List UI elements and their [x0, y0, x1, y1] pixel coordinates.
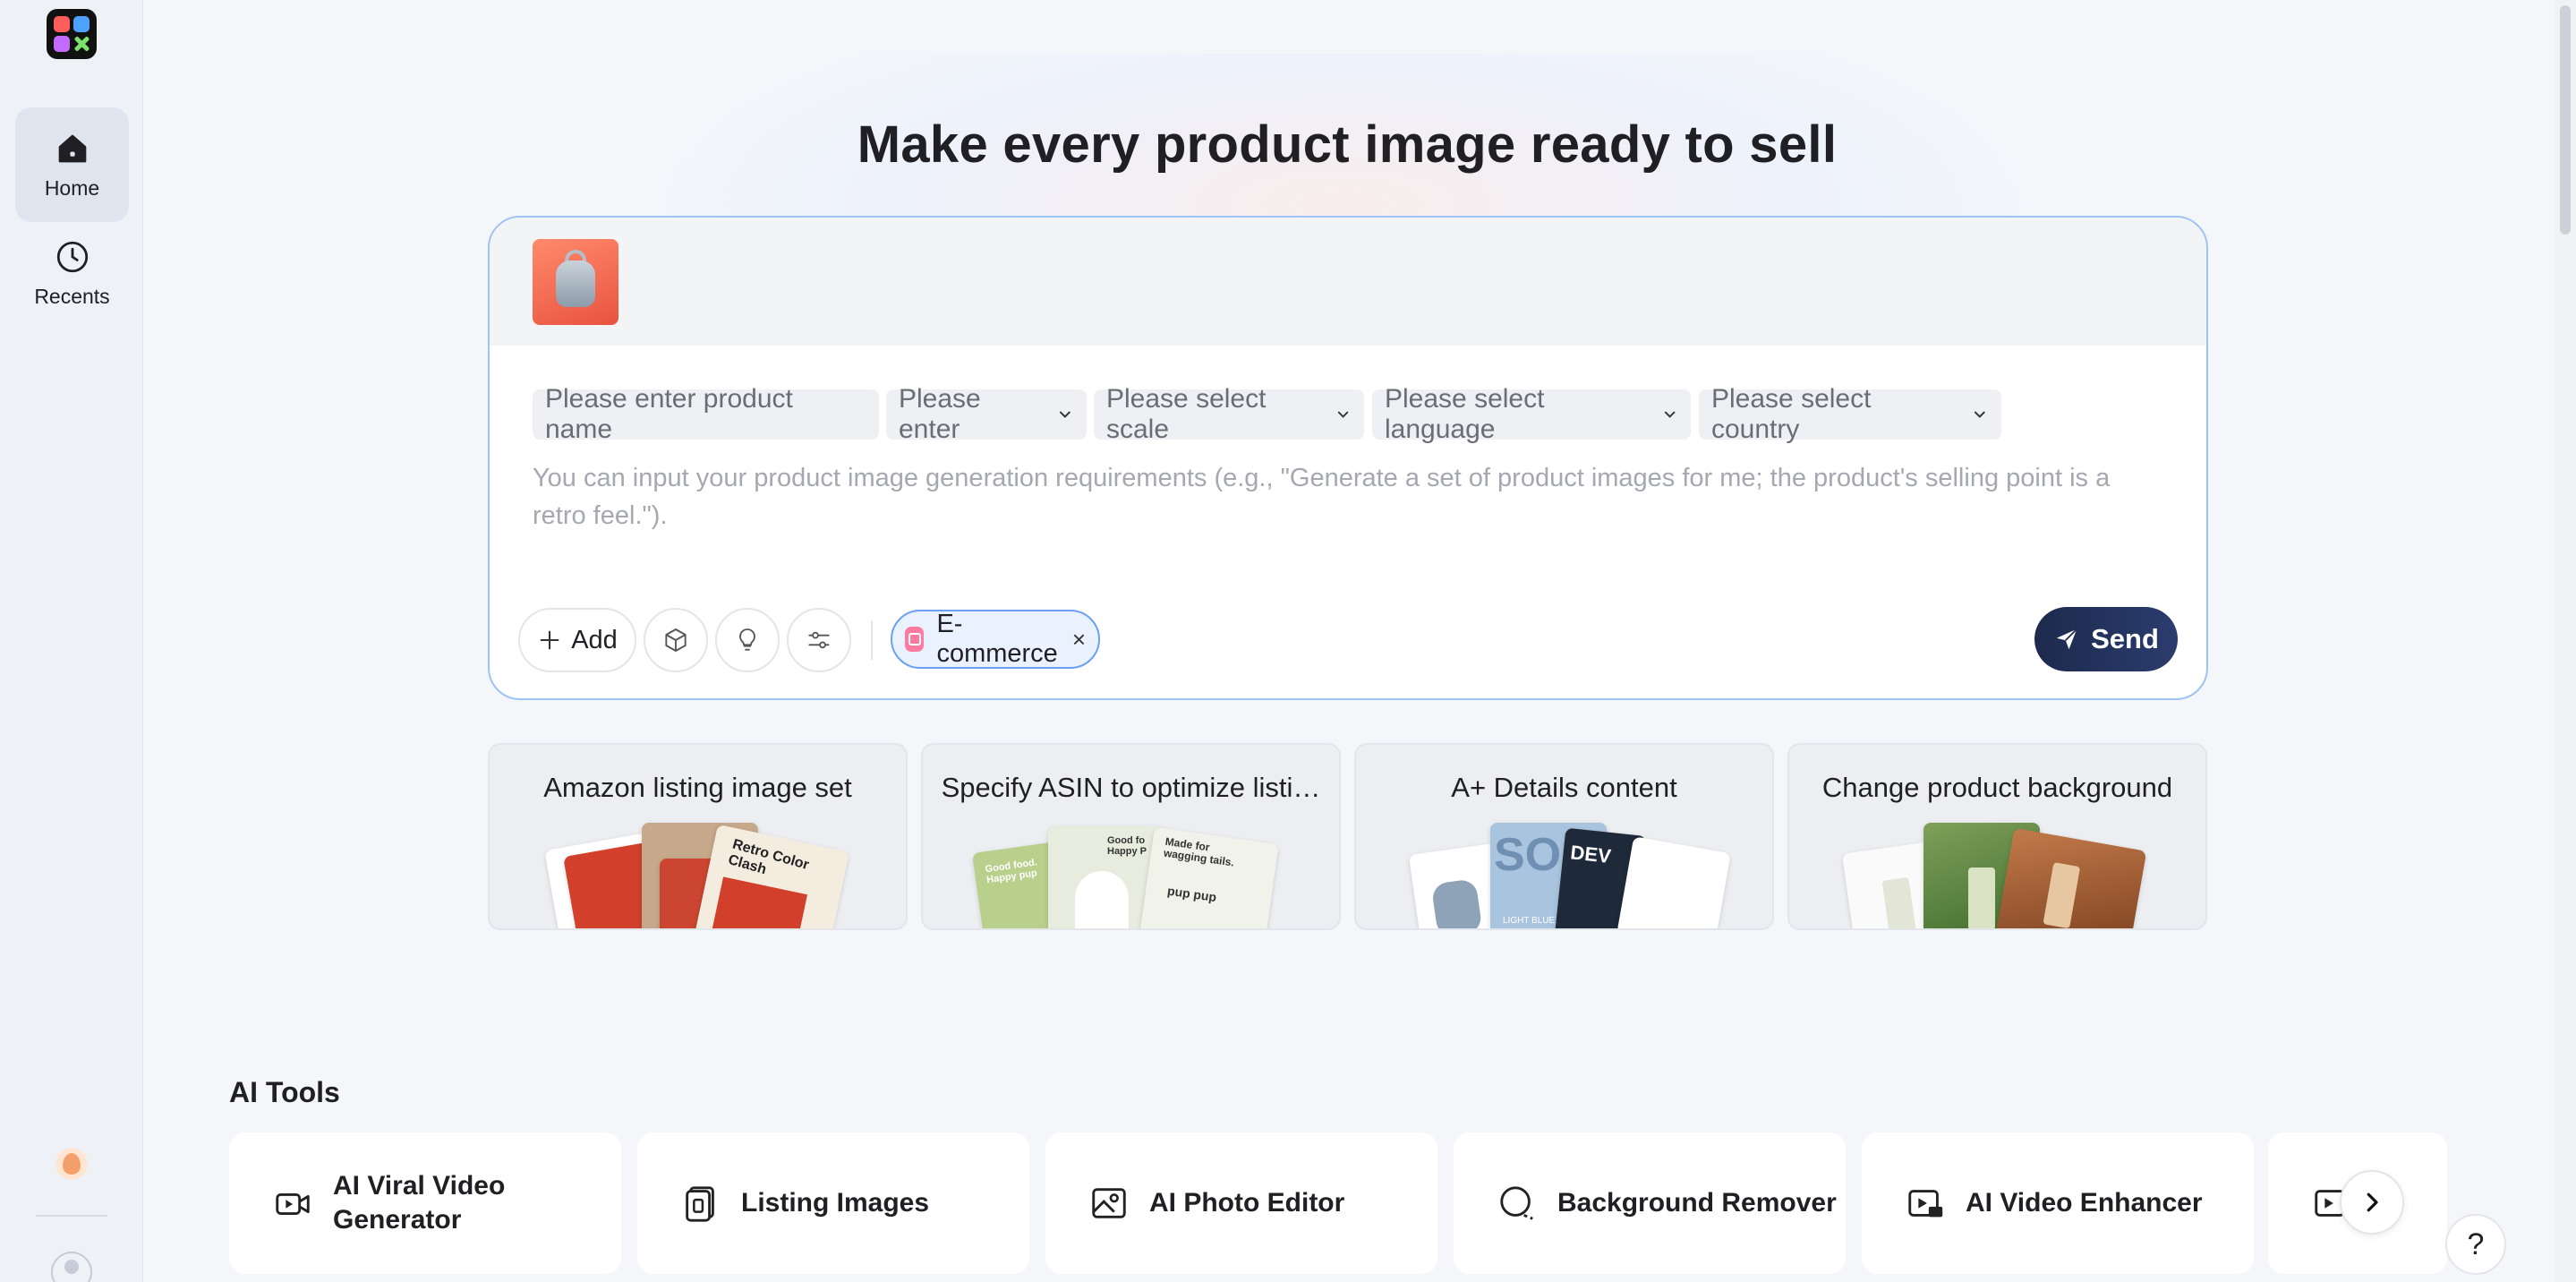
- app-logo[interactable]: [47, 9, 97, 59]
- photo-editor-icon: [1092, 1188, 1126, 1218]
- chevron-down-icon: [1664, 411, 1676, 418]
- template-inner-text: SO: [1494, 829, 1562, 881]
- tool-ai-viral-video-generator[interactable]: AI Viral Video Generator: [229, 1132, 621, 1274]
- tool-background-remover[interactable]: Background Remover: [1454, 1132, 1846, 1274]
- template-card-title: Change product background: [1821, 772, 2173, 803]
- sliders-icon: [808, 631, 830, 649]
- listing-image-icon: [686, 1186, 714, 1222]
- scrollbar-thumb[interactable]: [2560, 5, 2571, 235]
- tool-label: AI Photo Editor: [1149, 1188, 1345, 1218]
- tool-label: Listing Images: [741, 1188, 930, 1218]
- sidebar: Home Recents: [0, 0, 143, 1282]
- page-title: Make every product image ready to sell: [857, 115, 1838, 174]
- add-button-label: Add: [571, 625, 618, 654]
- ecommerce-tag[interactable]: E-commerce ×: [891, 610, 1100, 669]
- clock-icon: [56, 241, 88, 272]
- enter-select[interactable]: Please enter: [886, 384, 1087, 444]
- tool-label: AI Viral Video Generator: [333, 1171, 506, 1235]
- template-card-title: Amazon listing image set: [543, 772, 852, 803]
- template-card-title: Specify ASIN to optimize listi…: [941, 772, 1321, 803]
- send-button[interactable]: Send: [2034, 607, 2178, 671]
- send-button-label: Send: [2091, 623, 2159, 654]
- send-icon: [2056, 628, 2077, 650]
- toolbar-divider: [871, 620, 873, 660]
- sidebar-item-label: Recents: [34, 284, 110, 308]
- close-icon[interactable]: ×: [1072, 626, 1086, 654]
- template-inner-text: pup pup: [1166, 883, 1218, 905]
- template-card-amazon-listing[interactable]: Amazon listing image set Retro Color Cla…: [488, 743, 908, 930]
- composer-panel: Please enter product name Please enter P…: [488, 216, 2208, 700]
- scale-select[interactable]: Please select scale: [1094, 384, 1364, 444]
- template-card-change-background[interactable]: Change product background: [1787, 743, 2207, 930]
- language-select-label: Please select language: [1385, 384, 1545, 444]
- chevron-down-icon: [1060, 411, 1071, 418]
- tool-ai-photo-editor[interactable]: AI Photo Editor: [1045, 1132, 1437, 1274]
- chevron-right-icon: [2367, 1192, 2378, 1212]
- template-inner-text: DEV: [1569, 841, 1613, 867]
- template-inner-text: Good food. Happy pup: [984, 857, 1038, 886]
- upload-area[interactable]: [490, 218, 2206, 346]
- scale-select-label: Please select scale: [1106, 384, 1267, 444]
- template-preview: budgetEs SO LIGHT BLUE GA DEV: [1356, 823, 1772, 928]
- template-inner-text: Made for wagging tails.: [1163, 834, 1235, 869]
- avatar[interactable]: [51, 1252, 92, 1282]
- add-button[interactable]: Add: [518, 608, 636, 672]
- template-card-a-plus-details[interactable]: A+ Details content budgetEs SO LIGHT BLU…: [1354, 743, 1774, 930]
- country-select-label: Please select country: [1711, 384, 1872, 444]
- background-remover-icon: [1500, 1186, 1533, 1220]
- sidebar-item-label: Home: [44, 175, 100, 200]
- template-card-asin-optimize[interactable]: Specify ASIN to optimize listi… Good foo…: [921, 743, 1341, 930]
- product-thumbnail[interactable]: [533, 239, 618, 325]
- template-card-title: A+ Details content: [1451, 772, 1677, 803]
- sidebar-item-home[interactable]: Home: [15, 107, 129, 222]
- tool-listing-images[interactable]: Listing Images: [637, 1132, 1029, 1274]
- hd-video-icon: [1908, 1190, 1943, 1218]
- template-preview: Retro Color Clash: [490, 823, 906, 928]
- credits-icon[interactable]: [55, 1148, 88, 1180]
- lightbulb-icon: [739, 628, 755, 651]
- chevron-down-icon: [1975, 411, 1986, 418]
- tool-label: Background Remover: [1557, 1188, 1837, 1218]
- template-preview: Good food. Happy pup Good fo Happy P Mad…: [923, 823, 1339, 928]
- enter-select-label: Please enter: [899, 384, 981, 444]
- settings-button[interactable]: [787, 608, 851, 672]
- sidebar-divider: [36, 1215, 107, 1217]
- ai-tools-title: AI Tools: [229, 1076, 340, 1108]
- tool-ai-video-enhancer[interactable]: AI Video Enhancer: [1862, 1132, 2254, 1274]
- help-button[interactable]: ?: [2445, 1214, 2506, 1275]
- cube-icon: [665, 628, 687, 652]
- carousel-next-button[interactable]: [2340, 1170, 2404, 1235]
- home-icon: [58, 134, 86, 162]
- plus-icon: [540, 630, 559, 650]
- language-select[interactable]: Please select language: [1372, 384, 1691, 444]
- product-3d-button[interactable]: [644, 608, 708, 672]
- chevron-down-icon: [1337, 411, 1349, 418]
- template-preview: [1789, 823, 2205, 928]
- ecommerce-tag-label: E-commerce: [936, 610, 1058, 668]
- ecommerce-icon: [905, 627, 925, 652]
- inspiration-button[interactable]: [715, 608, 780, 672]
- sidebar-item-recents[interactable]: Recents: [15, 224, 129, 322]
- tool-label: AI Video Enhancer: [1966, 1188, 2203, 1218]
- product-name-input[interactable]: Please enter product name: [533, 384, 879, 444]
- country-select[interactable]: Please select country: [1699, 384, 2001, 444]
- video-camera-icon: [276, 1192, 310, 1215]
- product-name-placeholder: Please enter product name: [545, 384, 793, 444]
- prompt-textarea[interactable]: You can input your product image generat…: [533, 459, 2144, 534]
